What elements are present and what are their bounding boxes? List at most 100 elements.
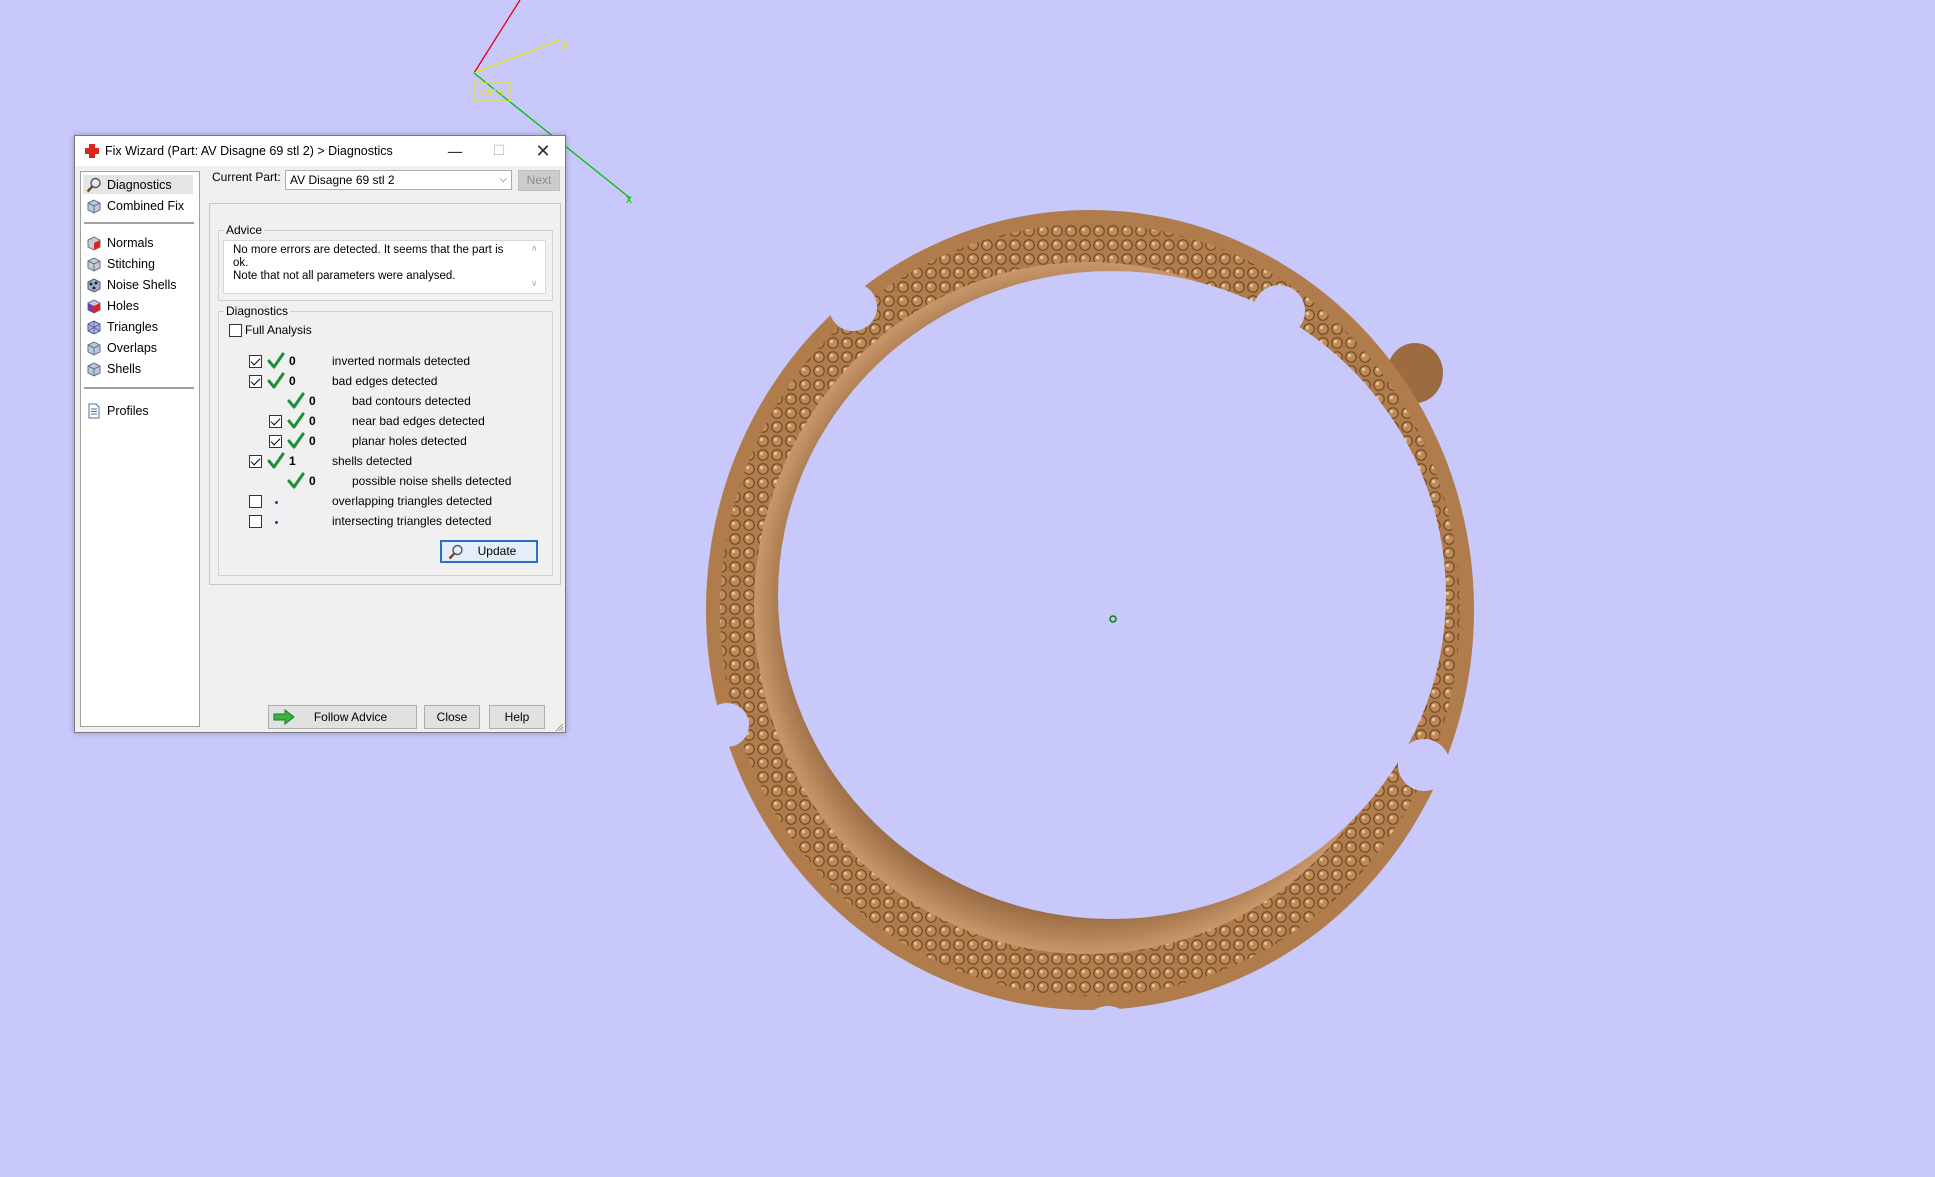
diagnostic-count: 0 [289,354,296,368]
diagnostic-checkbox[interactable] [249,375,262,388]
notch-right [1398,739,1450,791]
diagnostic-label: shells detected [332,454,413,468]
notch-top-right [1253,285,1305,337]
current-part-label: Current Part: [212,170,281,184]
follow-advice-label: Follow Advice [313,710,388,724]
minimize-button[interactable]: — [433,136,477,166]
sidebar-item-stitching[interactable]: Stitching [86,254,155,273]
current-part-value: AV Disagne 69 stl 2 [290,173,395,187]
document-icon [86,403,102,419]
sidebar-item-label: Noise Shells [107,277,177,292]
diagnostic-count: 0 [289,374,296,388]
fix-wizard-dialog: Fix Wizard (Part: AV Disagne 69 stl 2) >… [74,135,566,733]
diagnostic-label: possible noise shells detected [352,474,512,488]
sidebar-item-profiles[interactable]: Profiles [86,401,149,420]
follow-advice-button[interactable]: Follow Advice [268,705,417,729]
sidebar-item-label: Stitching [107,256,155,271]
sidebar-item-shells[interactable]: Shells [86,359,141,378]
checkmark-icon [287,432,305,450]
close-window-button[interactable]: ✕ [521,136,565,166]
chevron-down-icon: ⌵ [499,174,507,185]
sidebar-item-label: Holes [107,298,139,313]
current-part-select[interactable]: AV Disagne 69 stl 2 ⌵ [285,170,512,190]
y-axis-line [473,39,561,74]
update-label: Update [477,544,517,558]
x-axis-label: x [626,192,632,206]
advice-scrollbar[interactable]: ∧ ∨ [529,243,543,291]
scroll-down-icon[interactable]: ∨ [531,278,538,291]
noise-shells-icon [86,277,102,293]
diagnostic-label: intersecting triangles detected [332,514,492,528]
checkmark-icon [287,412,305,430]
sidebar-item-diagnostics[interactable]: Diagnostics [83,175,193,194]
wcs-label: WCS [480,88,504,99]
diagnostic-label: overlapping triangles detected [332,494,493,508]
sidebar-item-label: Normals [107,235,154,250]
sidebar-item-triangles[interactable]: Triangles [86,317,158,336]
sidebar-item-label: Shells [107,361,142,376]
sidebar-item-combined-fix[interactable]: Combined Fix [86,196,184,215]
red-cross-icon [84,143,100,159]
pending-dot-icon [275,501,278,504]
help-button[interactable]: Help [489,705,545,729]
ring-model[interactable] [705,210,1474,1058]
dialog-title: Fix Wizard (Part: AV Disagne 69 stl 2) >… [105,144,393,158]
diagnostic-checkbox[interactable] [249,355,262,368]
scroll-up-icon[interactable]: ∧ [531,243,538,256]
normals-cube-icon [86,235,102,251]
full-analysis-label: Full Analysis [245,323,312,337]
magnifier-icon [448,544,464,566]
overlaps-cube-icon [86,340,102,356]
ring-hole [778,271,1446,919]
sidebar-item-label: Profiles [107,403,149,418]
checkmark-icon [287,392,305,410]
diagnostic-count: 0 [309,414,316,428]
checkmark-icon [267,372,285,390]
diagnostic-label: inverted normals detected [332,354,471,368]
sidebar-item-label: Diagnostics [107,177,172,192]
close-button[interactable]: Close [424,705,480,729]
next-button[interactable]: Next [518,170,560,191]
sidebar-item-label: Overlaps [107,340,158,355]
diagnostic-label: bad contours detected [352,394,471,408]
stitching-cube-icon [86,256,102,272]
sidebar-item-overlaps[interactable]: Overlaps [86,338,157,357]
diagnostic-checkbox[interactable] [249,455,262,468]
update-button[interactable]: Update [440,540,538,563]
sidebar-item-noise-shells[interactable]: Noise Shells [86,275,176,294]
sidebar-item-label: Triangles [107,319,158,334]
sidebar-separator [84,387,194,389]
diagnostic-label: near bad edges detected [352,414,485,428]
sidebar-item-holes[interactable]: Holes [86,296,139,315]
diagnostic-checkbox[interactable] [269,435,282,448]
cube-icon [86,198,102,214]
diagnostic-checkbox[interactable] [249,495,262,508]
minimize-icon: — [447,141,463,161]
diagnostics-title: Diagnostics [224,304,291,318]
diagnostic-count: 0 [309,394,316,408]
triangles-cube-icon [86,319,102,335]
y-axis-label: y [562,37,568,51]
full-analysis-checkbox[interactable] [229,324,242,337]
notch-left [705,703,749,747]
notch-top-left [829,283,877,331]
advice-text-box: No more errors are detected. It seems th… [223,240,546,294]
z-axis-line [473,0,521,74]
sidebar-item-label: Combined Fix [107,198,185,213]
sidebar-item-normals[interactable]: Normals [86,233,154,252]
arrow-right-icon [273,708,295,732]
diagnostic-checkbox[interactable] [269,415,282,428]
wizard-sidebar: Diagnostics Combined Fix Normals Stitchi… [80,171,200,727]
maximize-button[interactable]: ☐ [477,136,521,166]
diagnostic-count: 1 [289,454,296,468]
title-bar[interactable]: Fix Wizard (Part: AV Disagne 69 stl 2) >… [75,136,565,166]
diagnostic-label: bad edges detected [332,374,438,388]
diagnostic-count: 0 [309,434,316,448]
checkmark-icon [267,452,285,470]
shells-cube-icon [86,361,102,377]
maximize-icon: ☐ [492,143,506,159]
sidebar-separator [84,222,194,224]
diagnostic-count: 0 [309,474,316,488]
resize-grip-icon[interactable] [554,721,564,732]
diagnostic-checkbox[interactable] [249,515,262,528]
